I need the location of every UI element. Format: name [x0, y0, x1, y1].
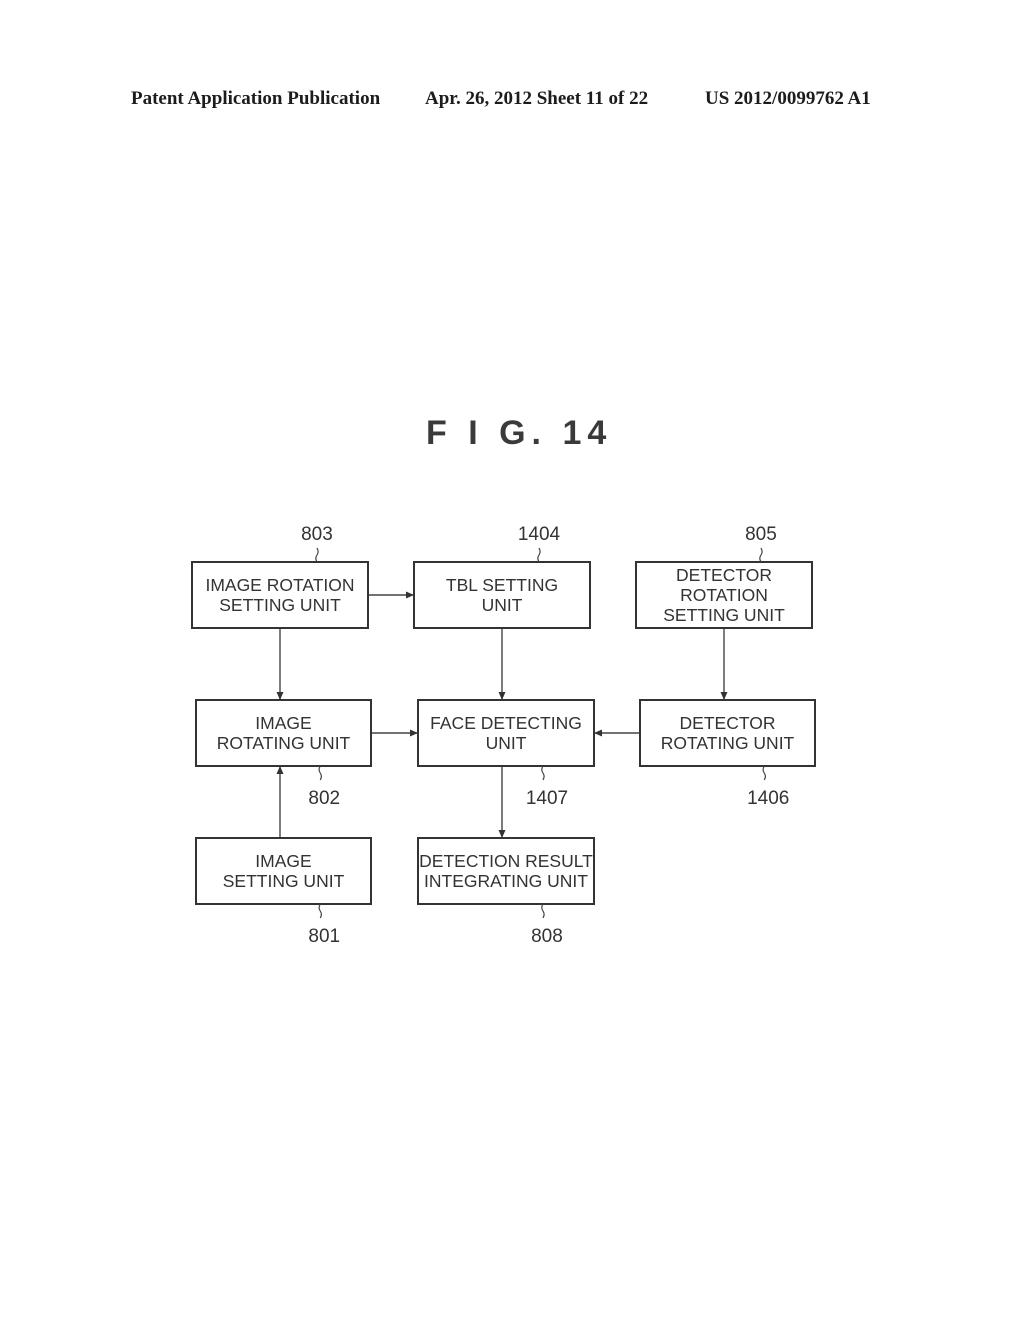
reference-leader-line [318, 765, 322, 781]
connection-arrow [594, 729, 640, 737]
block-1404: TBL SETTINGUNIT 1404 [413, 524, 591, 629]
reference-numeral: 1404 [518, 524, 561, 545]
block-1407: FACE DETECTINGUNIT 1407 [417, 699, 595, 809]
block-label-line: TBL SETTING [446, 575, 558, 595]
reference-numeral: 1407 [526, 788, 568, 809]
reference-leader-line [762, 765, 766, 781]
block-label-line: ROTATING UNIT [661, 733, 795, 753]
block-label-line: DETECTOR [676, 565, 772, 585]
reference-leader-line [537, 547, 541, 563]
block-label-line: SETTING UNIT [223, 871, 345, 891]
connection-arrow [498, 766, 506, 838]
reference-numeral: 808 [531, 926, 563, 947]
arrowhead-icon [276, 692, 284, 700]
connection-arrow [276, 628, 284, 700]
connection-arrow [371, 729, 418, 737]
reference-numeral: 803 [301, 524, 333, 545]
block-label-line: INTEGRATING UNIT [424, 871, 588, 891]
connection-arrow [720, 628, 728, 700]
reference-numeral: 802 [308, 788, 340, 809]
reference-numeral: 801 [308, 926, 340, 947]
connection-arrow [368, 591, 414, 599]
block-1406: DETECTORROTATING UNIT 1406 [639, 699, 816, 809]
reference-leader-line [315, 547, 319, 563]
arrowhead-icon [498, 830, 506, 838]
connection-arrow [498, 628, 506, 700]
block-diagram: IMAGE ROTATIONSETTING UNIT803TBL SETTING… [191, 524, 816, 947]
block-label-line: ROTATING UNIT [217, 733, 351, 753]
block-label-line: SETTING UNIT [663, 605, 785, 625]
block-805: DETECTORROTATIONSETTING UNIT 805 [635, 524, 813, 629]
arrowhead-icon [594, 729, 602, 737]
block-801: IMAGESETTING UNIT 801 [195, 837, 372, 947]
reference-leader-line [759, 547, 763, 563]
block-label-line: FACE DETECTING [430, 713, 582, 733]
block-label-line: ROTATION [680, 585, 768, 605]
blocks: IMAGE ROTATIONSETTING UNIT803TBL SETTING… [191, 524, 816, 947]
block-label-line: IMAGE [255, 851, 311, 871]
arrowhead-icon [410, 729, 418, 737]
block-802: IMAGEROTATING UNIT 802 [195, 699, 372, 809]
reference-leader-line [541, 765, 545, 781]
block-label-line: IMAGE [255, 713, 311, 733]
block-808: DETECTION RESULTINTEGRATING UNIT 808 [417, 837, 595, 947]
reference-leader-line [318, 903, 322, 919]
arrowhead-icon [276, 766, 284, 774]
reference-numeral: 1406 [747, 788, 789, 809]
block-label-line: DETECTION RESULT [419, 851, 593, 871]
arrowhead-icon [498, 692, 506, 700]
block-803: IMAGE ROTATIONSETTING UNIT 803 [191, 524, 369, 629]
arrowhead-icon [720, 692, 728, 700]
block-label-line: UNIT [486, 733, 527, 753]
block-label-line: DETECTOR [680, 713, 776, 733]
block-label-line: UNIT [482, 595, 523, 615]
block-label-line: IMAGE ROTATION [205, 575, 354, 595]
reference-numeral: 805 [745, 524, 777, 545]
connection-arrow [276, 766, 284, 838]
arrowhead-icon [406, 591, 414, 599]
block-label-line: SETTING UNIT [219, 595, 341, 615]
reference-leader-line [541, 903, 545, 919]
